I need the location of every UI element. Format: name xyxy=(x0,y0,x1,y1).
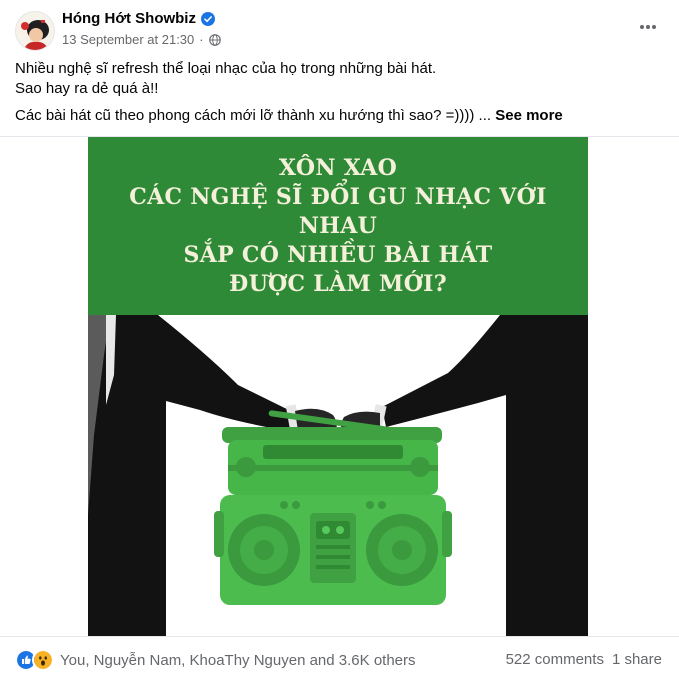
post-text-line-1: Nhiều nghệ sĩ refresh thể loại nhạc của … xyxy=(15,60,437,77)
avatar-illustration xyxy=(16,12,54,50)
post-text-line-3-content: Các bài hát cũ theo phong cách mới lỡ th… xyxy=(15,107,492,124)
shares-count[interactable]: 1 share xyxy=(612,651,662,668)
post-text-line-2: Sao hay ra dẻ quá à!! xyxy=(15,80,159,97)
post-image[interactable]: XÔN XAO CÁC NGHỆ SĨ ĐỔI GU NHẠC VỚI NHAU… xyxy=(88,137,588,637)
wow-icon xyxy=(32,649,54,671)
comments-count[interactable]: 522 comments xyxy=(506,651,604,668)
post-text-line-3: Các bài hát cũ theo phong cách mới lỡ th… xyxy=(15,106,563,126)
image-headline-banner: XÔN XAO CÁC NGHỆ SĨ ĐỔI GU NHẠC VỚI NHAU… xyxy=(88,137,588,315)
reactions-text[interactable]: You, Nguyễn Nam, KhoaThy Nguyen and 3.6K… xyxy=(60,652,416,669)
verified-badge-icon xyxy=(200,11,215,26)
headline-line-3: SẮP CÓ NHIỀU BÀI HÁT xyxy=(183,241,493,268)
engagement-counts: 522 comments 1 share xyxy=(506,651,662,668)
page-name-link[interactable]: Hóng Hớt Showbiz xyxy=(62,10,215,27)
page-name[interactable]: Hóng Hớt Showbiz xyxy=(62,10,196,27)
headline-line-4: ĐƯỢC LÀM MỚI? xyxy=(229,270,447,297)
more-dots-icon xyxy=(640,25,656,29)
image-illustration xyxy=(88,315,588,637)
post-timestamp[interactable]: 13 September at 21:30 xyxy=(62,32,194,47)
post-card: Hóng Hớt Showbiz 13 September at 21:30 ·… xyxy=(0,0,679,678)
reactions-summary[interactable]: You, Nguyễn Nam, KhoaThy Nguyen and 3.6K… xyxy=(15,649,416,671)
headline-line-2: CÁC NGHỆ SĨ ĐỔI GU NHẠC VỚI NHAU xyxy=(129,183,547,239)
boombox-illustration xyxy=(214,410,452,605)
headline-line-1: XÔN XAO xyxy=(278,154,398,181)
more-options-button[interactable] xyxy=(635,14,661,40)
globe-icon[interactable] xyxy=(208,33,221,46)
post-meta: 13 September at 21:30 · xyxy=(62,32,221,47)
post-footer: You, Nguyễn Nam, KhoaThy Nguyen and 3.6K… xyxy=(0,636,679,679)
see-more-link[interactable]: See more xyxy=(495,107,563,124)
meta-separator: · xyxy=(199,32,204,47)
page-avatar[interactable] xyxy=(15,11,55,51)
post-media[interactable]: XÔN XAO CÁC NGHỆ SĨ ĐỔI GU NHẠC VỚI NHAU… xyxy=(0,136,679,637)
